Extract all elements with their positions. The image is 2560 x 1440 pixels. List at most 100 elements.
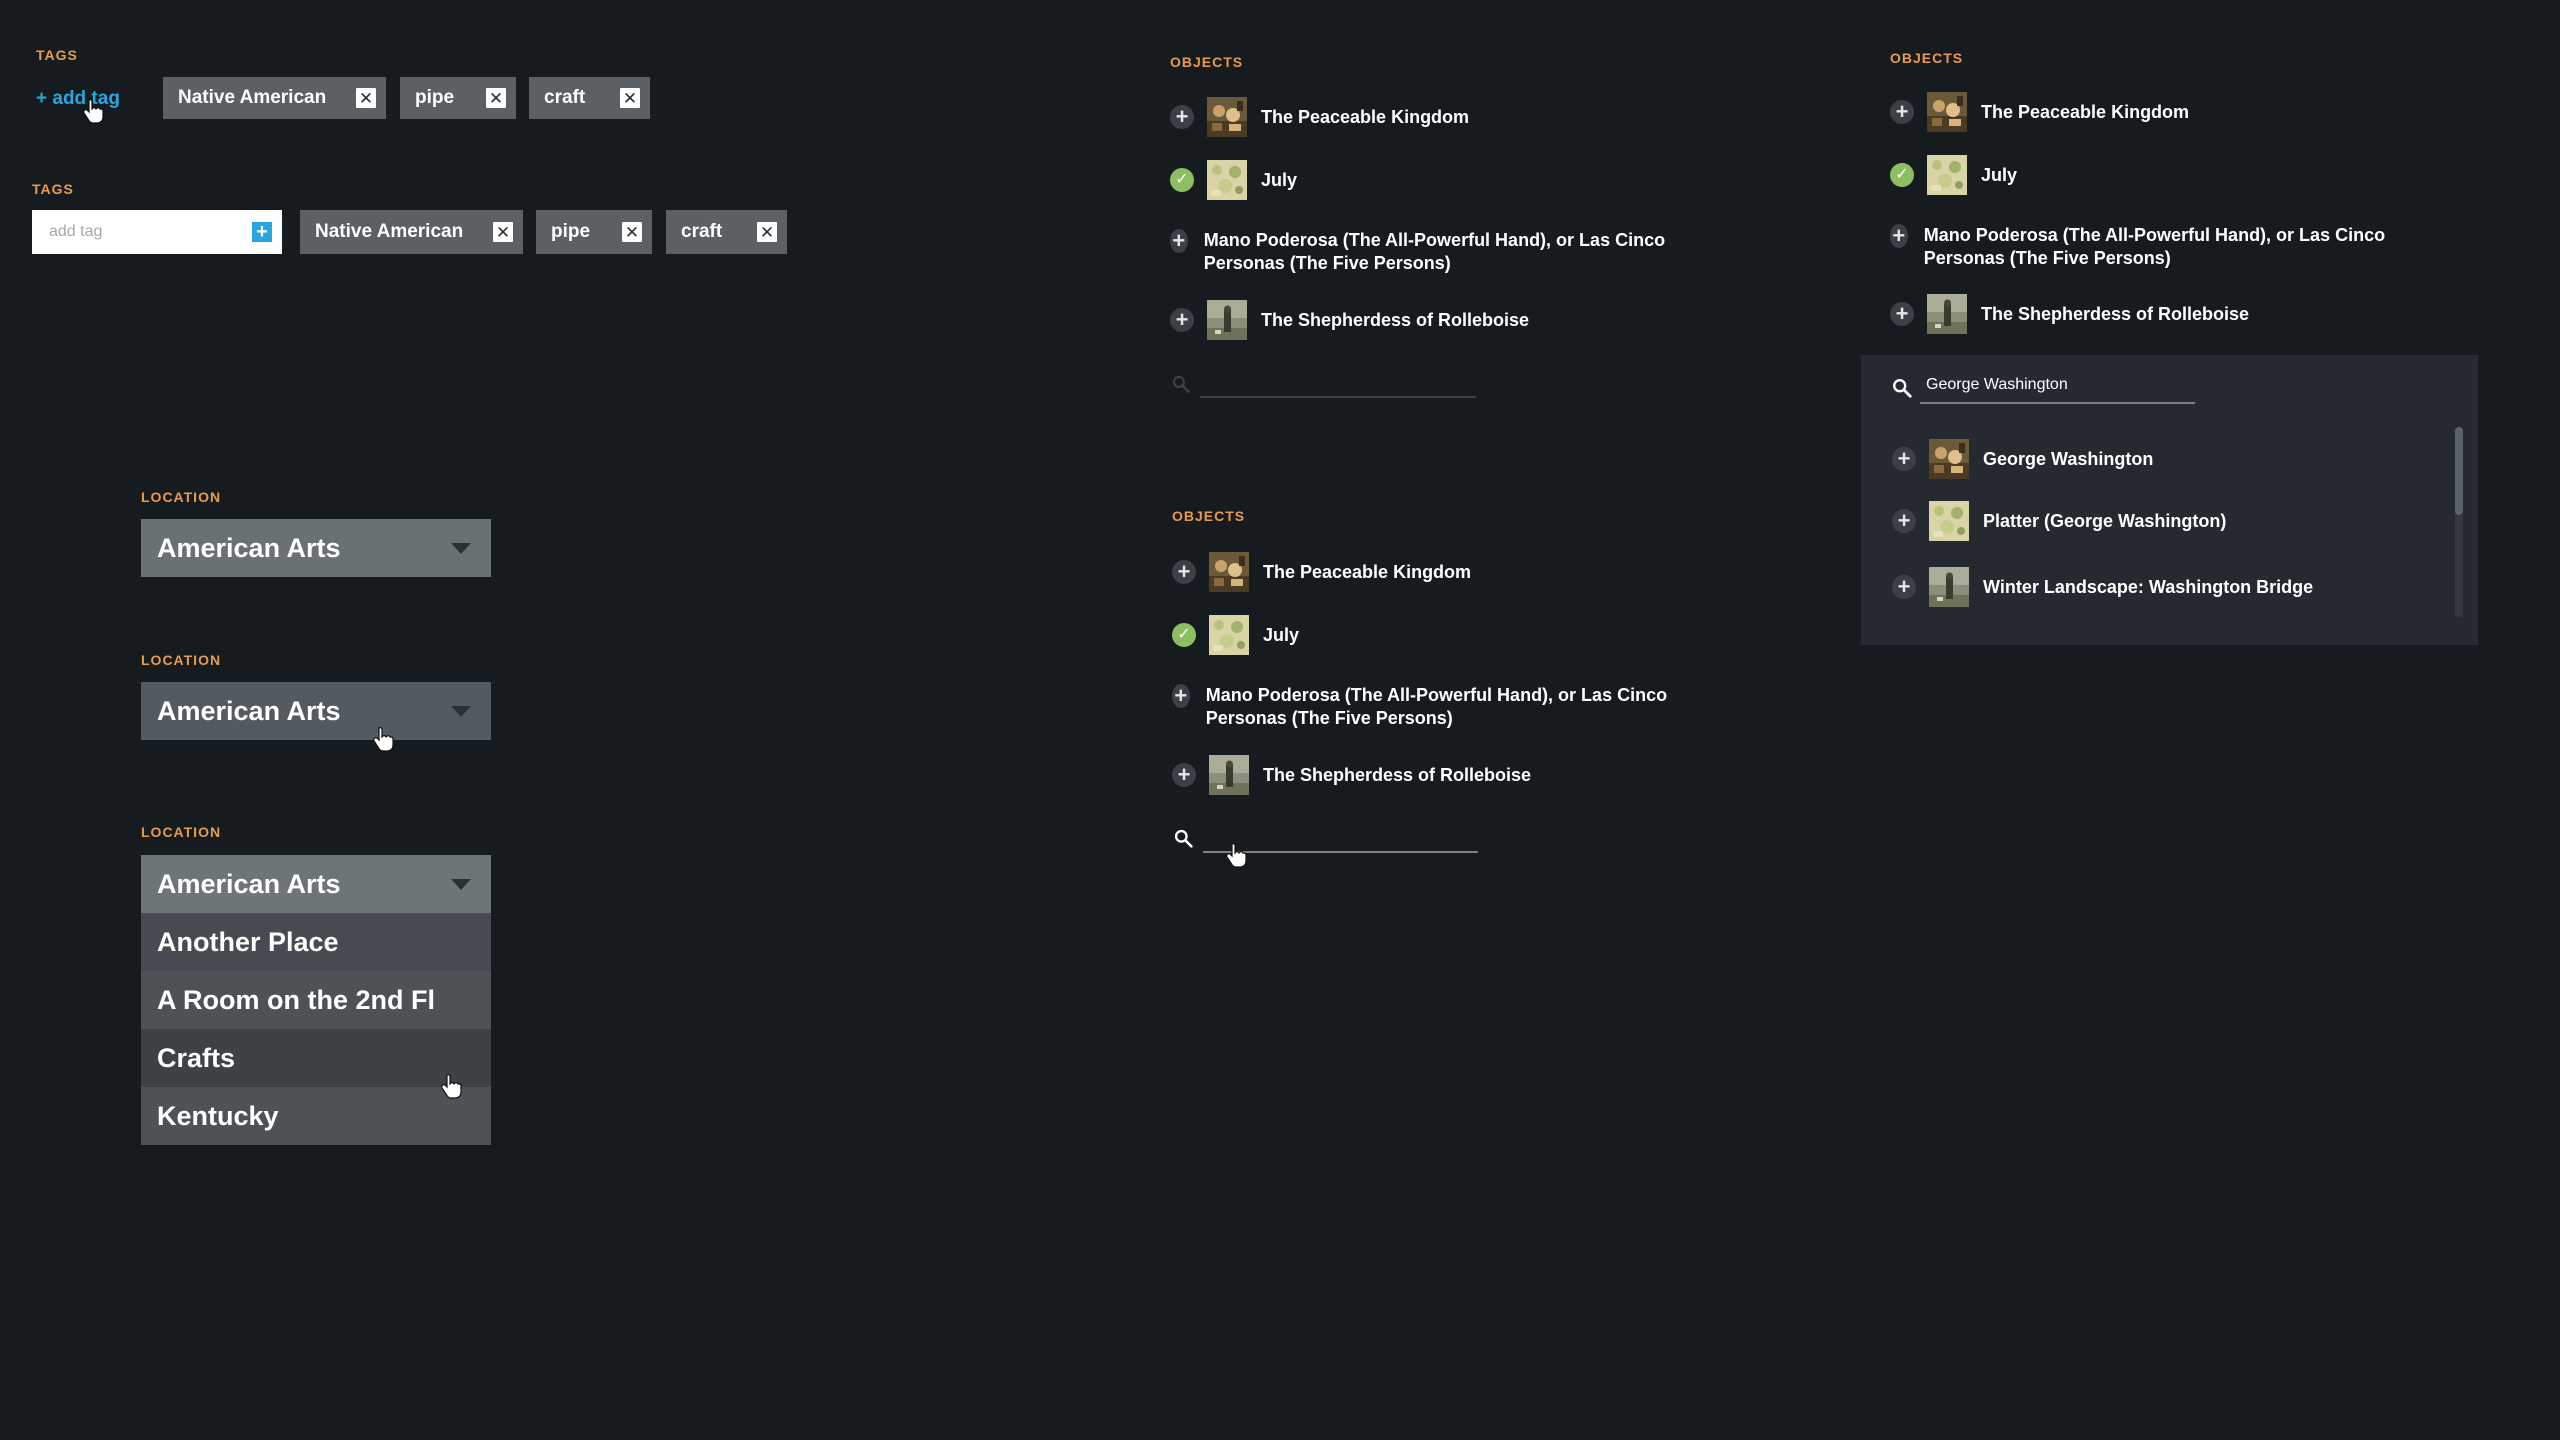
search-results-panel: + George Washington + Platter (George Wa…: [1861, 355, 2478, 645]
add-plus-icon[interactable]: +: [1172, 684, 1190, 708]
tag-craft: craft ✕: [529, 77, 650, 119]
hand-cursor-icon: [83, 99, 104, 124]
location-select[interactable]: American Arts: [141, 519, 491, 577]
object-search-input[interactable]: [1924, 373, 2198, 397]
peaceable-thumb: [1209, 552, 1249, 592]
remove-tag-icon[interactable]: ✕: [620, 88, 640, 108]
object-row: ✓ July: [1172, 615, 1299, 655]
add-plus-icon[interactable]: +: [1890, 224, 1908, 248]
object-title: The Shepherdess of Rolleboise: [1263, 764, 1532, 785]
location-label: LOCATION: [141, 489, 222, 505]
shepherdess-thumb: [1929, 567, 1969, 607]
objects-label: OBJECTS: [1172, 508, 1246, 524]
object-title: July: [1263, 624, 1300, 645]
object-row: + The Peaceable Kingdom: [1170, 97, 1469, 137]
add-plus-icon[interactable]: +: [1172, 560, 1196, 584]
add-plus-icon[interactable]: +: [1892, 447, 1916, 471]
add-tag-input[interactable]: [47, 222, 231, 242]
shepherdess-thumb: [1207, 300, 1247, 340]
object-row: + The Peaceable Kingdom: [1172, 552, 1471, 592]
add-plus-icon[interactable]: +: [1890, 302, 1914, 326]
search-icon: [1171, 374, 1191, 394]
add-plus-icon[interactable]: +: [1170, 105, 1194, 129]
tag-native-american: Native American ✕: [300, 210, 523, 254]
add-plus-icon[interactable]: +: [1172, 763, 1196, 787]
location-select[interactable]: American Arts: [141, 855, 491, 913]
tags-label: TAGS: [32, 181, 74, 197]
tag-label: Native American: [178, 87, 327, 108]
result-title: Platter (George Washington): [1983, 510, 2227, 531]
check-icon[interactable]: ✓: [1172, 623, 1196, 647]
location-value: American Arts: [157, 695, 341, 726]
tag-label: pipe: [551, 221, 591, 242]
tag-label: pipe: [415, 87, 455, 108]
remove-tag-icon[interactable]: ✕: [493, 222, 513, 242]
check-icon[interactable]: ✓: [1890, 163, 1914, 187]
remove-tag-icon[interactable]: ✕: [757, 222, 777, 242]
object-title: Mano Poderosa (The All-Powerful Hand), o…: [1205, 685, 1668, 728]
search-result-row[interactable]: + George Washington: [1892, 439, 2153, 479]
tag-label: Native American: [315, 221, 464, 242]
chevron-down-icon: [451, 878, 471, 890]
add-tag-plus-icon[interactable]: +: [252, 222, 272, 242]
search-result-row[interactable]: + Platter (George Washington): [1892, 501, 2226, 541]
hand-cursor-icon: [373, 727, 394, 752]
location-value: American Arts: [157, 868, 341, 899]
result-title: George Washington: [1983, 448, 2154, 469]
tag-label: craft: [681, 221, 723, 242]
add-tag-link[interactable]: + add tag: [36, 88, 120, 110]
object-row: ✓ July: [1170, 160, 1297, 200]
location-label: LOCATION: [141, 652, 222, 668]
tag-native-american: Native American ✕: [163, 77, 386, 119]
objects-label: OBJECTS: [1890, 50, 1964, 66]
add-plus-icon[interactable]: +: [1170, 308, 1194, 332]
scrollbar-thumb[interactable]: [2455, 427, 2463, 515]
search-icon: [1891, 377, 1913, 399]
remove-tag-icon[interactable]: ✕: [356, 88, 376, 108]
hand-cursor-icon: [1226, 843, 1247, 868]
add-plus-icon[interactable]: +: [1892, 575, 1916, 599]
objects-label: OBJECTS: [1170, 54, 1244, 70]
search-result-row[interactable]: + Winter Landscape: Washington Bridge: [1892, 567, 2313, 607]
peaceable-thumb: [1929, 439, 1969, 479]
location-option[interactable]: Kentucky: [141, 1087, 491, 1145]
object-search-input[interactable]: [1200, 396, 1476, 398]
location-dropdown-list: Another Place A Room on the 2nd Fl Craft…: [141, 913, 491, 1145]
july-thumb: [1209, 615, 1249, 655]
object-title: The Peaceable Kingdom: [1981, 101, 2190, 122]
shepherdess-thumb: [1209, 755, 1249, 795]
add-plus-icon[interactable]: +: [1892, 509, 1916, 533]
hand-cursor-icon: [441, 1074, 462, 1099]
object-title: The Shepherdess of Rolleboise: [1981, 303, 2250, 324]
add-plus-icon[interactable]: +: [1170, 229, 1188, 253]
object-title: July: [1261, 169, 1298, 190]
object-row: + Mano Poderosa (The All-Powerful Hand),…: [1170, 229, 1730, 275]
object-title: The Shepherdess of Rolleboise: [1261, 309, 1530, 330]
object-row: ✓ July: [1890, 155, 2017, 195]
tag-craft: craft ✕: [666, 210, 787, 254]
object-row: + The Shepherdess of Rolleboise: [1890, 294, 2249, 334]
object-title: The Peaceable Kingdom: [1263, 561, 1472, 582]
remove-tag-icon[interactable]: ✕: [622, 222, 642, 242]
add-tag-field[interactable]: +: [32, 210, 282, 254]
location-option[interactable]: Another Place: [141, 913, 491, 971]
shepherdess-thumb: [1927, 294, 1967, 334]
object-title: The Peaceable Kingdom: [1261, 106, 1470, 127]
chevron-down-icon: [451, 705, 471, 717]
search-icon: [1173, 828, 1194, 849]
july-thumb: [1927, 155, 1967, 195]
location-option[interactable]: Crafts: [141, 1029, 491, 1087]
check-icon[interactable]: ✓: [1170, 168, 1194, 192]
tags-label: TAGS: [36, 47, 78, 63]
object-row: + The Peaceable Kingdom: [1890, 92, 2189, 132]
location-option[interactable]: A Room on the 2nd Fl: [141, 971, 491, 1029]
remove-tag-icon[interactable]: ✕: [486, 88, 506, 108]
location-select[interactable]: American Arts: [141, 682, 491, 740]
result-title: Winter Landscape: Washington Bridge: [1983, 576, 2314, 597]
july-thumb: [1207, 160, 1247, 200]
add-plus-icon[interactable]: +: [1890, 100, 1914, 124]
object-title: Mano Poderosa (The All-Powerful Hand), o…: [1203, 230, 1666, 273]
chevron-down-icon: [451, 542, 471, 554]
object-row: + The Shepherdess of Rolleboise: [1172, 755, 1531, 795]
object-title: July: [1981, 164, 2018, 185]
